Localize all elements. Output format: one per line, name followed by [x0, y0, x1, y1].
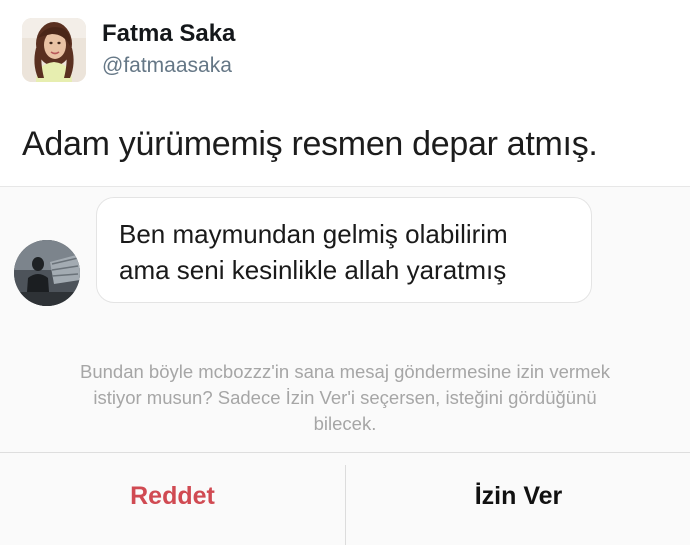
author-avatar[interactable]	[22, 18, 86, 82]
accept-button[interactable]: İzin Ver	[346, 453, 690, 539]
notice-line-1: Bundan böyle mcbozzz'in sana mesaj gönde…	[79, 361, 611, 382]
author-avatar-photo	[22, 18, 86, 82]
message-text-line-2: ama seni kesinlikle allah yaratmış	[119, 255, 507, 285]
author-name[interactable]: Fatma Saka	[102, 20, 235, 48]
reject-button[interactable]: Reddet	[0, 453, 345, 539]
action-bar: Reddet İzin Ver	[0, 452, 690, 546]
author-handle[interactable]: @fatmaasaka	[102, 54, 232, 78]
notice-line-2: istiyor musun? Sadece İzin Ver'i seçerse…	[93, 387, 597, 408]
tweet-text: Adam yürümemiş resmen depar atmış.	[22, 125, 598, 163]
notice-line-3: bilecek.	[313, 413, 377, 434]
tweet-header: Fatma Saka @fatmaasaka	[22, 14, 662, 86]
message-bubble: Ben maymundan gelmiş olabilirim ama seni…	[96, 197, 592, 303]
message-text-line-1: Ben maymundan gelmiş olabilirim	[119, 219, 508, 249]
message-request-card: Ben maymundan gelmiş olabilirim ama seni…	[0, 186, 690, 545]
sender-avatar-photo	[14, 240, 80, 306]
sender-avatar[interactable]	[14, 240, 80, 306]
message-request-notice: Bundan böyle mcbozzz'in sana mesaj gönde…	[10, 359, 680, 437]
